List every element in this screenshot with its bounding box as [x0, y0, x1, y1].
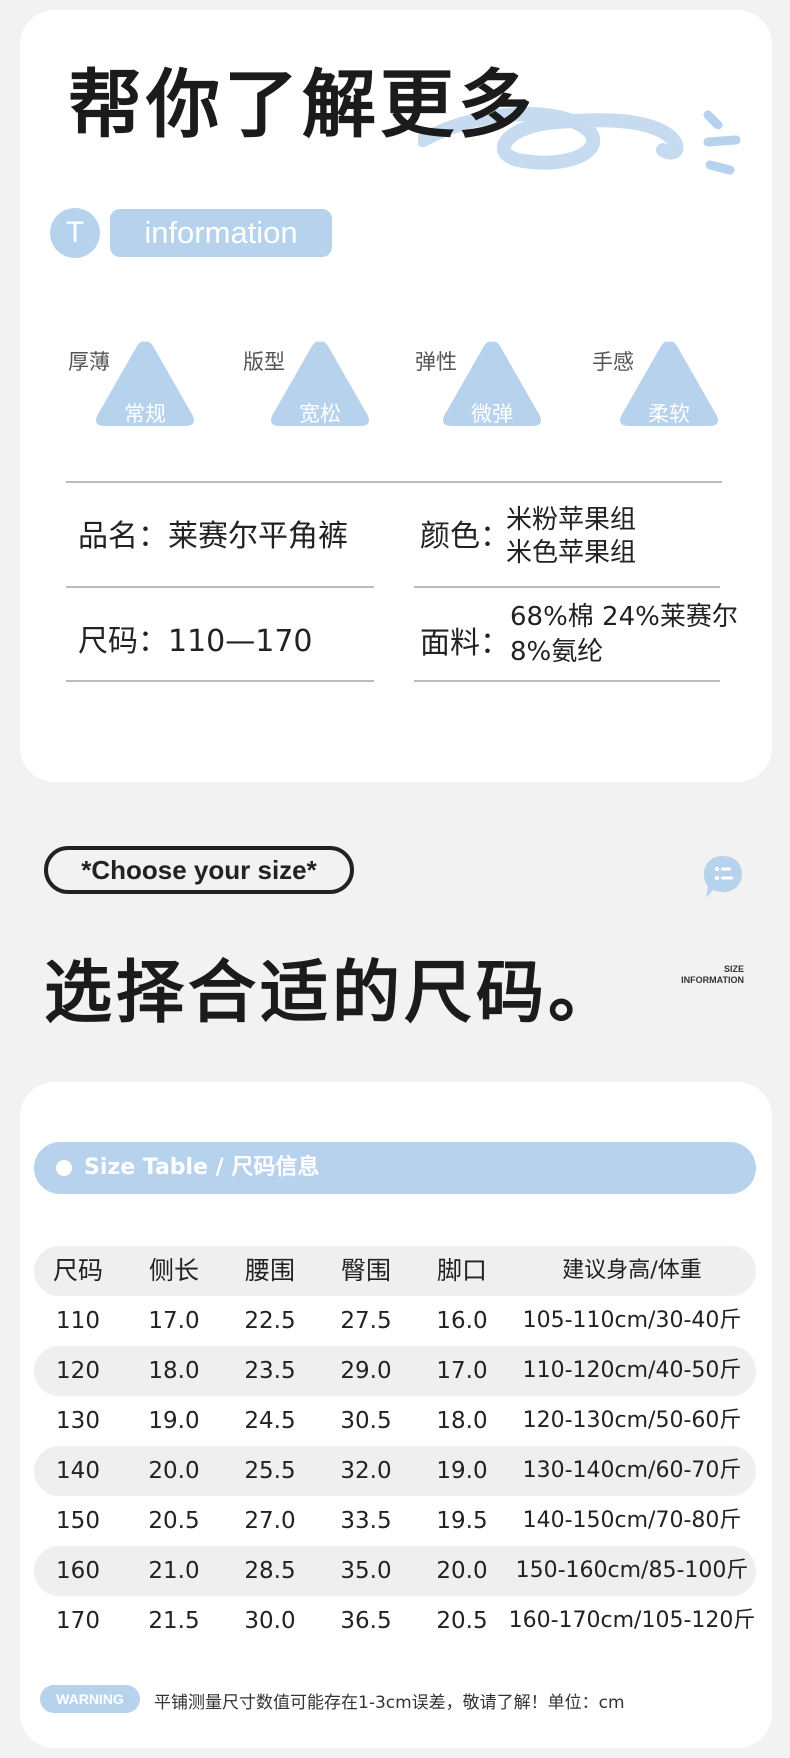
- choose-size-label: *Choose your size*: [44, 846, 354, 894]
- size-info-line: SIZE: [723, 964, 744, 974]
- table-cell: 36.5: [340, 1608, 392, 1634]
- table-row: 130 19.0 24.5 30.5 18.0 120-130cm/50-60斤: [34, 1396, 756, 1446]
- table-cell: 150: [56, 1508, 100, 1534]
- table-cell: 35.0: [340, 1558, 392, 1584]
- table-cell: 17.0: [436, 1358, 488, 1384]
- table-cell: 25.5: [244, 1458, 296, 1484]
- table-cell: 140: [56, 1458, 100, 1484]
- attribute-feel: 手感 柔软: [592, 336, 742, 436]
- table-cell: 16.0: [436, 1308, 488, 1334]
- table-cell: 110: [56, 1308, 100, 1334]
- table-cell: 30.5: [340, 1408, 392, 1434]
- table-cell: 18.0: [148, 1358, 200, 1384]
- table-cell: 33.5: [340, 1508, 392, 1534]
- warning-text: 平铺测量尺寸数值可能存在1-3cm误差，敬请了解！单位：cm: [154, 1693, 625, 1713]
- table-cell: 24.5: [244, 1408, 296, 1434]
- divider: [66, 481, 722, 483]
- attribute-fit: 版型 宽松: [243, 336, 393, 436]
- table-cell: 30.0: [244, 1608, 296, 1634]
- table-cell: 130: [56, 1408, 100, 1434]
- table-cell: 20.0: [436, 1558, 488, 1584]
- table-row: 140 20.0 25.5 32.0 19.0 130-140cm/60-70斤: [34, 1446, 756, 1496]
- fabric-value-1: 68%棉 24%莱赛尔: [510, 602, 738, 632]
- color-value-1: 米粉苹果组: [506, 505, 637, 535]
- table-cell: 140-150cm/70-80斤: [522, 1508, 742, 1533]
- table-header-row: 尺码 侧长 腰围 臀围 脚口 建议身高/体重: [34, 1246, 756, 1296]
- column-header: 尺码: [52, 1256, 103, 1285]
- table-cell: 20.0: [148, 1458, 200, 1484]
- column-header: 侧长: [148, 1256, 199, 1285]
- size-section-title: 选择合适的尺码。: [44, 954, 621, 1033]
- size-info-line: INFORMATION: [681, 975, 744, 985]
- table-cell: 160-170cm/105-120斤: [508, 1608, 756, 1633]
- table-cell: 120-130cm/50-60斤: [522, 1408, 742, 1433]
- size-table-title: Size Table / 尺码信息: [84, 1155, 320, 1180]
- table-cell: 29.0: [340, 1358, 392, 1384]
- table-cell: 110-120cm/40-50斤: [522, 1358, 742, 1383]
- column-header: 腰围: [244, 1256, 295, 1285]
- fabric-label: 面料：: [420, 626, 510, 661]
- table-cell: 27.0: [244, 1508, 296, 1534]
- fabric-value-2: 8%氨纶: [510, 637, 604, 667]
- warning-badge: WARNING: [40, 1685, 140, 1713]
- size-information-mark: SIZE INFORMATION: [681, 964, 744, 986]
- color-label: 颜色：: [420, 519, 510, 554]
- attribute-value: 常规: [124, 402, 166, 426]
- table-cell: 27.5: [340, 1308, 392, 1334]
- table-row: 160 21.0 28.5 35.0 20.0 150-160cm/85-100…: [34, 1546, 756, 1596]
- info-letter-badge: T: [50, 208, 100, 258]
- table-cell: 20.5: [436, 1608, 488, 1634]
- table-cell: 18.0: [436, 1408, 488, 1434]
- table-cell: 120: [56, 1358, 100, 1384]
- attribute-thickness: 厚薄 常规: [68, 336, 218, 436]
- size-range: 尺码：110—170: [78, 624, 313, 659]
- column-header: 建议身高/体重: [562, 1258, 702, 1283]
- table-cell: 130-140cm/60-70斤: [522, 1458, 742, 1483]
- table-row: 120 18.0 23.5 29.0 17.0 110-120cm/40-50斤: [34, 1346, 756, 1396]
- table-cell: 32.0: [340, 1458, 392, 1484]
- divider: [66, 680, 374, 682]
- attribute-value: 微弹: [471, 402, 513, 426]
- table-cell: 105-110cm/30-40斤: [522, 1308, 742, 1333]
- table-cell: 19.0: [148, 1408, 200, 1434]
- table-cell: 21.0: [148, 1558, 200, 1584]
- size-table-bar: Size Table / 尺码信息: [34, 1142, 756, 1194]
- product-name: 品名：莱赛尔平角裤: [78, 519, 348, 554]
- divider: [414, 680, 720, 682]
- divider: [66, 586, 374, 588]
- table-row: 110 17.0 22.5 27.5 16.0 105-110cm/30-40斤: [34, 1296, 756, 1346]
- table-cell: 170: [56, 1608, 100, 1634]
- attribute-value: 柔软: [648, 402, 690, 426]
- color-value-2: 米色苹果组: [506, 538, 637, 568]
- attribute-elasticity: 弹性 微弹: [415, 336, 565, 436]
- size-table: 尺码 侧长 腰围 臀围 脚口 建议身高/体重 110 17.0 22.5 27.…: [34, 1246, 756, 1646]
- information-badge: information: [110, 209, 332, 257]
- table-cell: 19.0: [436, 1458, 488, 1484]
- table-row: 150 20.5 27.0 33.5 19.5 140-150cm/70-80斤: [34, 1496, 756, 1546]
- table-cell: 28.5: [244, 1558, 296, 1584]
- column-header: 臀围: [340, 1256, 391, 1285]
- table-cell: 21.5: [148, 1608, 200, 1634]
- page-title: 帮你了解更多: [68, 62, 536, 148]
- table-cell: 20.5: [148, 1508, 200, 1534]
- chat-bubble-icon: [704, 856, 742, 898]
- table-cell: 23.5: [244, 1358, 296, 1384]
- table-cell: 17.0: [148, 1308, 200, 1334]
- table-cell: 22.5: [244, 1308, 296, 1334]
- divider: [414, 586, 720, 588]
- table-cell: 19.5: [436, 1508, 488, 1534]
- bullet-dot-icon: [56, 1160, 72, 1176]
- table-row: 170 21.5 30.0 36.5 20.5 160-170cm/105-12…: [34, 1596, 756, 1646]
- column-header: 脚口: [436, 1256, 487, 1285]
- table-cell: 150-160cm/85-100斤: [515, 1558, 749, 1583]
- attribute-value: 宽松: [299, 402, 341, 426]
- table-cell: 160: [56, 1558, 100, 1584]
